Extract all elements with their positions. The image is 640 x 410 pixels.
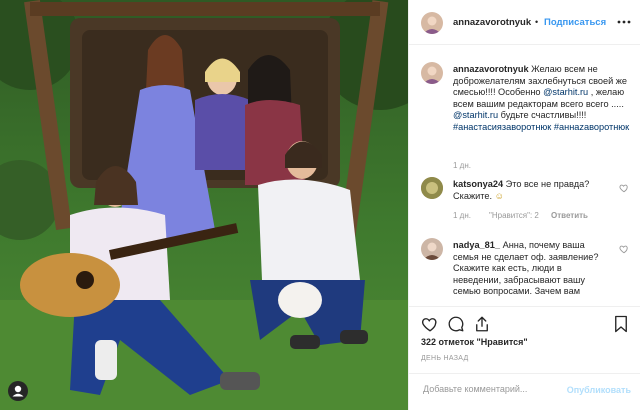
post-header: annazavorotnyuk • Подписаться	[409, 0, 640, 45]
comment-text: nadya_81_ Анна, почему ваша семья не сде…	[453, 240, 603, 298]
heart-icon[interactable]	[421, 315, 439, 333]
share-icon[interactable]	[473, 315, 491, 333]
comment-like-icon[interactable]	[619, 183, 629, 193]
comment-likes[interactable]: "Нравится": 2	[489, 211, 539, 220]
reply-button[interactable]: Ответить	[551, 211, 588, 220]
smile-emoji: ☺	[494, 190, 504, 201]
add-comment-bar: Опубликовать	[409, 373, 640, 408]
commenter-avatar[interactable]	[421, 238, 443, 260]
likes-count[interactable]: 322 отметок "Нравится"	[421, 337, 528, 347]
post-details-panel: annazavorotnyuk • Подписаться annazavoro…	[408, 0, 640, 410]
post-actions: 322 отметок "Нравится" ДЕНЬ НАЗАД Опубли…	[409, 306, 640, 407]
caption-time: 1 дн.	[453, 161, 471, 170]
comment-input[interactable]	[421, 383, 565, 395]
bookmark-icon[interactable]	[613, 315, 629, 333]
comment-text: katsonya24 Это все не правда? Скажите. ☺	[453, 179, 603, 202]
caption-avatar[interactable]	[421, 62, 443, 84]
hashtag-link[interactable]: #аннazaворотнюк	[554, 122, 629, 132]
caption-text: annazavorotnyuk Желаю всем не доброжелат…	[453, 64, 631, 133]
author-avatar[interactable]	[421, 12, 443, 34]
commenter-username[interactable]: nadya_81_	[453, 240, 500, 250]
follow-button[interactable]: Подписаться	[544, 17, 606, 28]
options-icon[interactable]	[617, 20, 631, 24]
caption-username[interactable]: annazavorotnyuk	[453, 64, 529, 74]
comment-time: 1 дн.	[453, 211, 471, 220]
post-date: ДЕНЬ НАЗАД	[421, 355, 469, 362]
header-separator: •	[535, 17, 539, 27]
author-username[interactable]: annazavorotnyuk	[453, 17, 531, 28]
family-photo-illustration	[0, 0, 408, 410]
comment-like-icon[interactable]	[619, 244, 629, 254]
post-photo[interactable]	[0, 0, 408, 410]
mention-link[interactable]: @starhit.ru	[543, 87, 588, 97]
caption-text-part: будьте счастливы!!!!	[498, 110, 587, 120]
mention-link[interactable]: @starhit.ru	[453, 110, 498, 120]
hashtag-link[interactable]: #анастасиязаворотнюк	[453, 122, 551, 132]
comment-icon[interactable]	[447, 315, 465, 333]
tagged-user-icon[interactable]	[8, 381, 28, 401]
commenter-avatar[interactable]	[421, 177, 443, 199]
commenter-username[interactable]: katsonya24	[453, 179, 503, 189]
publish-button[interactable]: Опубликовать	[567, 385, 631, 395]
comments-list[interactable]: annazavorotnyuk Желаю всем не доброжелат…	[409, 56, 640, 304]
user-avatar-icon	[12, 385, 24, 397]
